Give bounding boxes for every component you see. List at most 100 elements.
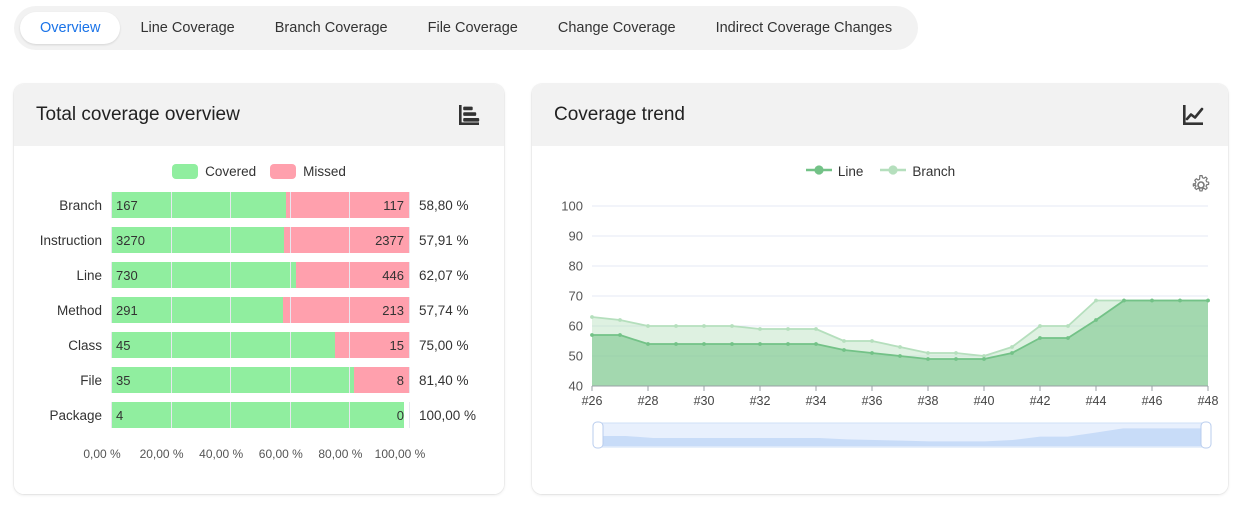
- bar-axis-tick-label: 100,00 %: [374, 447, 426, 461]
- trend-point-line[interactable]: [870, 351, 874, 355]
- trend-point-branch[interactable]: [730, 324, 734, 328]
- bar-row-percent: 57,91 %: [419, 232, 469, 248]
- bar-segment-covered[interactable]: 3270: [111, 227, 284, 253]
- trend-point-line[interactable]: [1178, 298, 1182, 303]
- bar-segment-missed[interactable]: 2377: [283, 227, 409, 253]
- bar-segment-missed[interactable]: 15: [334, 332, 409, 358]
- legend-item-covered[interactable]: Covered: [172, 163, 256, 179]
- bar-gridline: [111, 332, 112, 358]
- trend-point-branch[interactable]: [842, 339, 846, 343]
- trend-point-line[interactable]: [1038, 336, 1042, 340]
- trend-point-branch[interactable]: [618, 318, 622, 322]
- trend-point-branch[interactable]: [926, 351, 930, 355]
- trend-point-line[interactable]: [590, 333, 594, 337]
- bar-segment-covered[interactable]: 45: [111, 332, 335, 358]
- bar-segment-covered[interactable]: 167: [111, 192, 287, 218]
- trend-point-line[interactable]: [1010, 351, 1014, 355]
- trend-point-line[interactable]: [674, 342, 678, 346]
- trend-y-tick-label: 70: [569, 289, 583, 304]
- bar-chart-row[interactable]: Method 291 213 57,74 %: [14, 297, 504, 323]
- trend-point-branch[interactable]: [786, 327, 790, 331]
- bar-gridline: [111, 297, 112, 323]
- trend-card-header: Coverage trend: [532, 84, 1228, 146]
- brush-handle-right[interactable]: [1200, 421, 1212, 449]
- bar-segment-missed[interactable]: 8: [353, 367, 409, 393]
- bar-segment-missed[interactable]: 446: [295, 262, 409, 288]
- trend-point-branch[interactable]: [1094, 298, 1098, 303]
- bar-chart-row[interactable]: Package 40 100,00 %: [14, 402, 504, 428]
- bar-gridline: [111, 402, 112, 428]
- trend-point-line[interactable]: [1066, 336, 1070, 340]
- bar-row-percent: 58,80 %: [419, 197, 469, 213]
- bar-segment-covered[interactable]: 730: [111, 262, 296, 288]
- bar-chart-row[interactable]: Class 45 15 75,00 %: [14, 332, 504, 358]
- trend-point-branch[interactable]: [1066, 324, 1070, 328]
- trend-point-branch[interactable]: [1010, 345, 1014, 349]
- tab-indirect-coverage-changes[interactable]: Indirect Coverage Changes: [696, 12, 913, 44]
- trend-point-line[interactable]: [730, 342, 734, 346]
- trend-point-branch[interactable]: [758, 327, 762, 331]
- bar-chart-x-axis: 0,00 % 20,00 % 40,00 % 60,00 % 80,00 % 100,00…: [83, 447, 425, 467]
- bar-gridline: [111, 192, 112, 218]
- trend-point-branch[interactable]: [898, 345, 902, 349]
- trend-point-branch[interactable]: [870, 339, 874, 343]
- legend-item-branch[interactable]: Branch: [879, 164, 955, 179]
- bar-segment-missed[interactable]: 117: [286, 192, 409, 218]
- trend-point-branch[interactable]: [814, 327, 818, 331]
- trend-point-branch[interactable]: [1038, 324, 1042, 328]
- trend-point-branch[interactable]: [646, 324, 650, 328]
- trend-point-line[interactable]: [842, 348, 846, 352]
- tab-overview[interactable]: Overview: [20, 12, 121, 44]
- bar-chart-legend: Covered Missed: [14, 154, 504, 188]
- tab-change-coverage[interactable]: Change Coverage: [538, 12, 696, 44]
- trend-point-line[interactable]: [618, 333, 622, 337]
- trend-y-tick-label: 60: [569, 319, 583, 334]
- trend-point-branch[interactable]: [590, 315, 594, 319]
- brush-handle-left[interactable]: [592, 421, 604, 449]
- trend-point-line[interactable]: [646, 342, 650, 346]
- trend-point-line[interactable]: [786, 342, 790, 346]
- bar-gridline: [230, 262, 232, 288]
- trend-point-line[interactable]: [926, 357, 930, 361]
- gear-icon[interactable]: [1190, 174, 1212, 196]
- bar-chart-row[interactable]: File 35 8 81,40 %: [14, 367, 504, 393]
- bar-segment-covered[interactable]: 291: [111, 297, 284, 323]
- tab-line-coverage[interactable]: Line Coverage: [120, 12, 254, 44]
- bar-chart-icon: [456, 102, 482, 128]
- trend-point-line[interactable]: [814, 342, 818, 346]
- bar-row-track: 291 213: [111, 297, 410, 323]
- bar-gridline: [111, 262, 112, 288]
- trend-point-branch[interactable]: [954, 351, 958, 355]
- bar-segment-missed[interactable]: 213: [283, 297, 409, 323]
- trend-y-tick-label: 40: [569, 379, 583, 394]
- trend-y-tick-label: 80: [569, 259, 583, 274]
- tab-file-coverage[interactable]: File Coverage: [408, 12, 538, 44]
- trend-range-brush[interactable]: [592, 420, 1212, 450]
- bar-chart-row[interactable]: Instruction 3270 2377 57,91 %: [14, 227, 504, 253]
- legend-item-missed[interactable]: Missed: [270, 163, 346, 179]
- trend-point-line[interactable]: [898, 354, 902, 358]
- trend-point-line[interactable]: [758, 342, 762, 346]
- trend-point-branch[interactable]: [702, 324, 706, 328]
- bar-axis-tick-label: 0,00 %: [83, 447, 121, 461]
- trend-point-line[interactable]: [954, 357, 958, 361]
- bar-chart-row[interactable]: Line 730 446 62,07 %: [14, 262, 504, 288]
- trend-point-line[interactable]: [1150, 298, 1154, 303]
- tab-branch-coverage[interactable]: Branch Coverage: [255, 12, 408, 44]
- bar-gridline: [409, 192, 410, 218]
- coverage-tab-bar: Overview Line Coverage Branch Coverage F…: [14, 6, 919, 50]
- trend-point-line[interactable]: [1094, 318, 1098, 322]
- bar-segment-covered[interactable]: 4: [111, 402, 404, 428]
- trend-point-line[interactable]: [1122, 298, 1126, 303]
- bar-row-percent: 75,00 %: [419, 337, 469, 353]
- legend-item-line[interactable]: Line: [805, 164, 863, 179]
- trend-point-branch[interactable]: [674, 324, 678, 328]
- bar-chart-row[interactable]: Branch 167 117 58,80 %: [14, 192, 504, 218]
- bar-gridline: [409, 332, 410, 358]
- trend-point-line[interactable]: [982, 357, 986, 361]
- bar-gridline: [289, 262, 291, 288]
- bar-row-percent: 100,00 %: [419, 407, 477, 423]
- trend-point-line[interactable]: [702, 342, 706, 346]
- trend-point-line[interactable]: [1206, 298, 1210, 303]
- bar-segment-covered[interactable]: 35: [111, 367, 354, 393]
